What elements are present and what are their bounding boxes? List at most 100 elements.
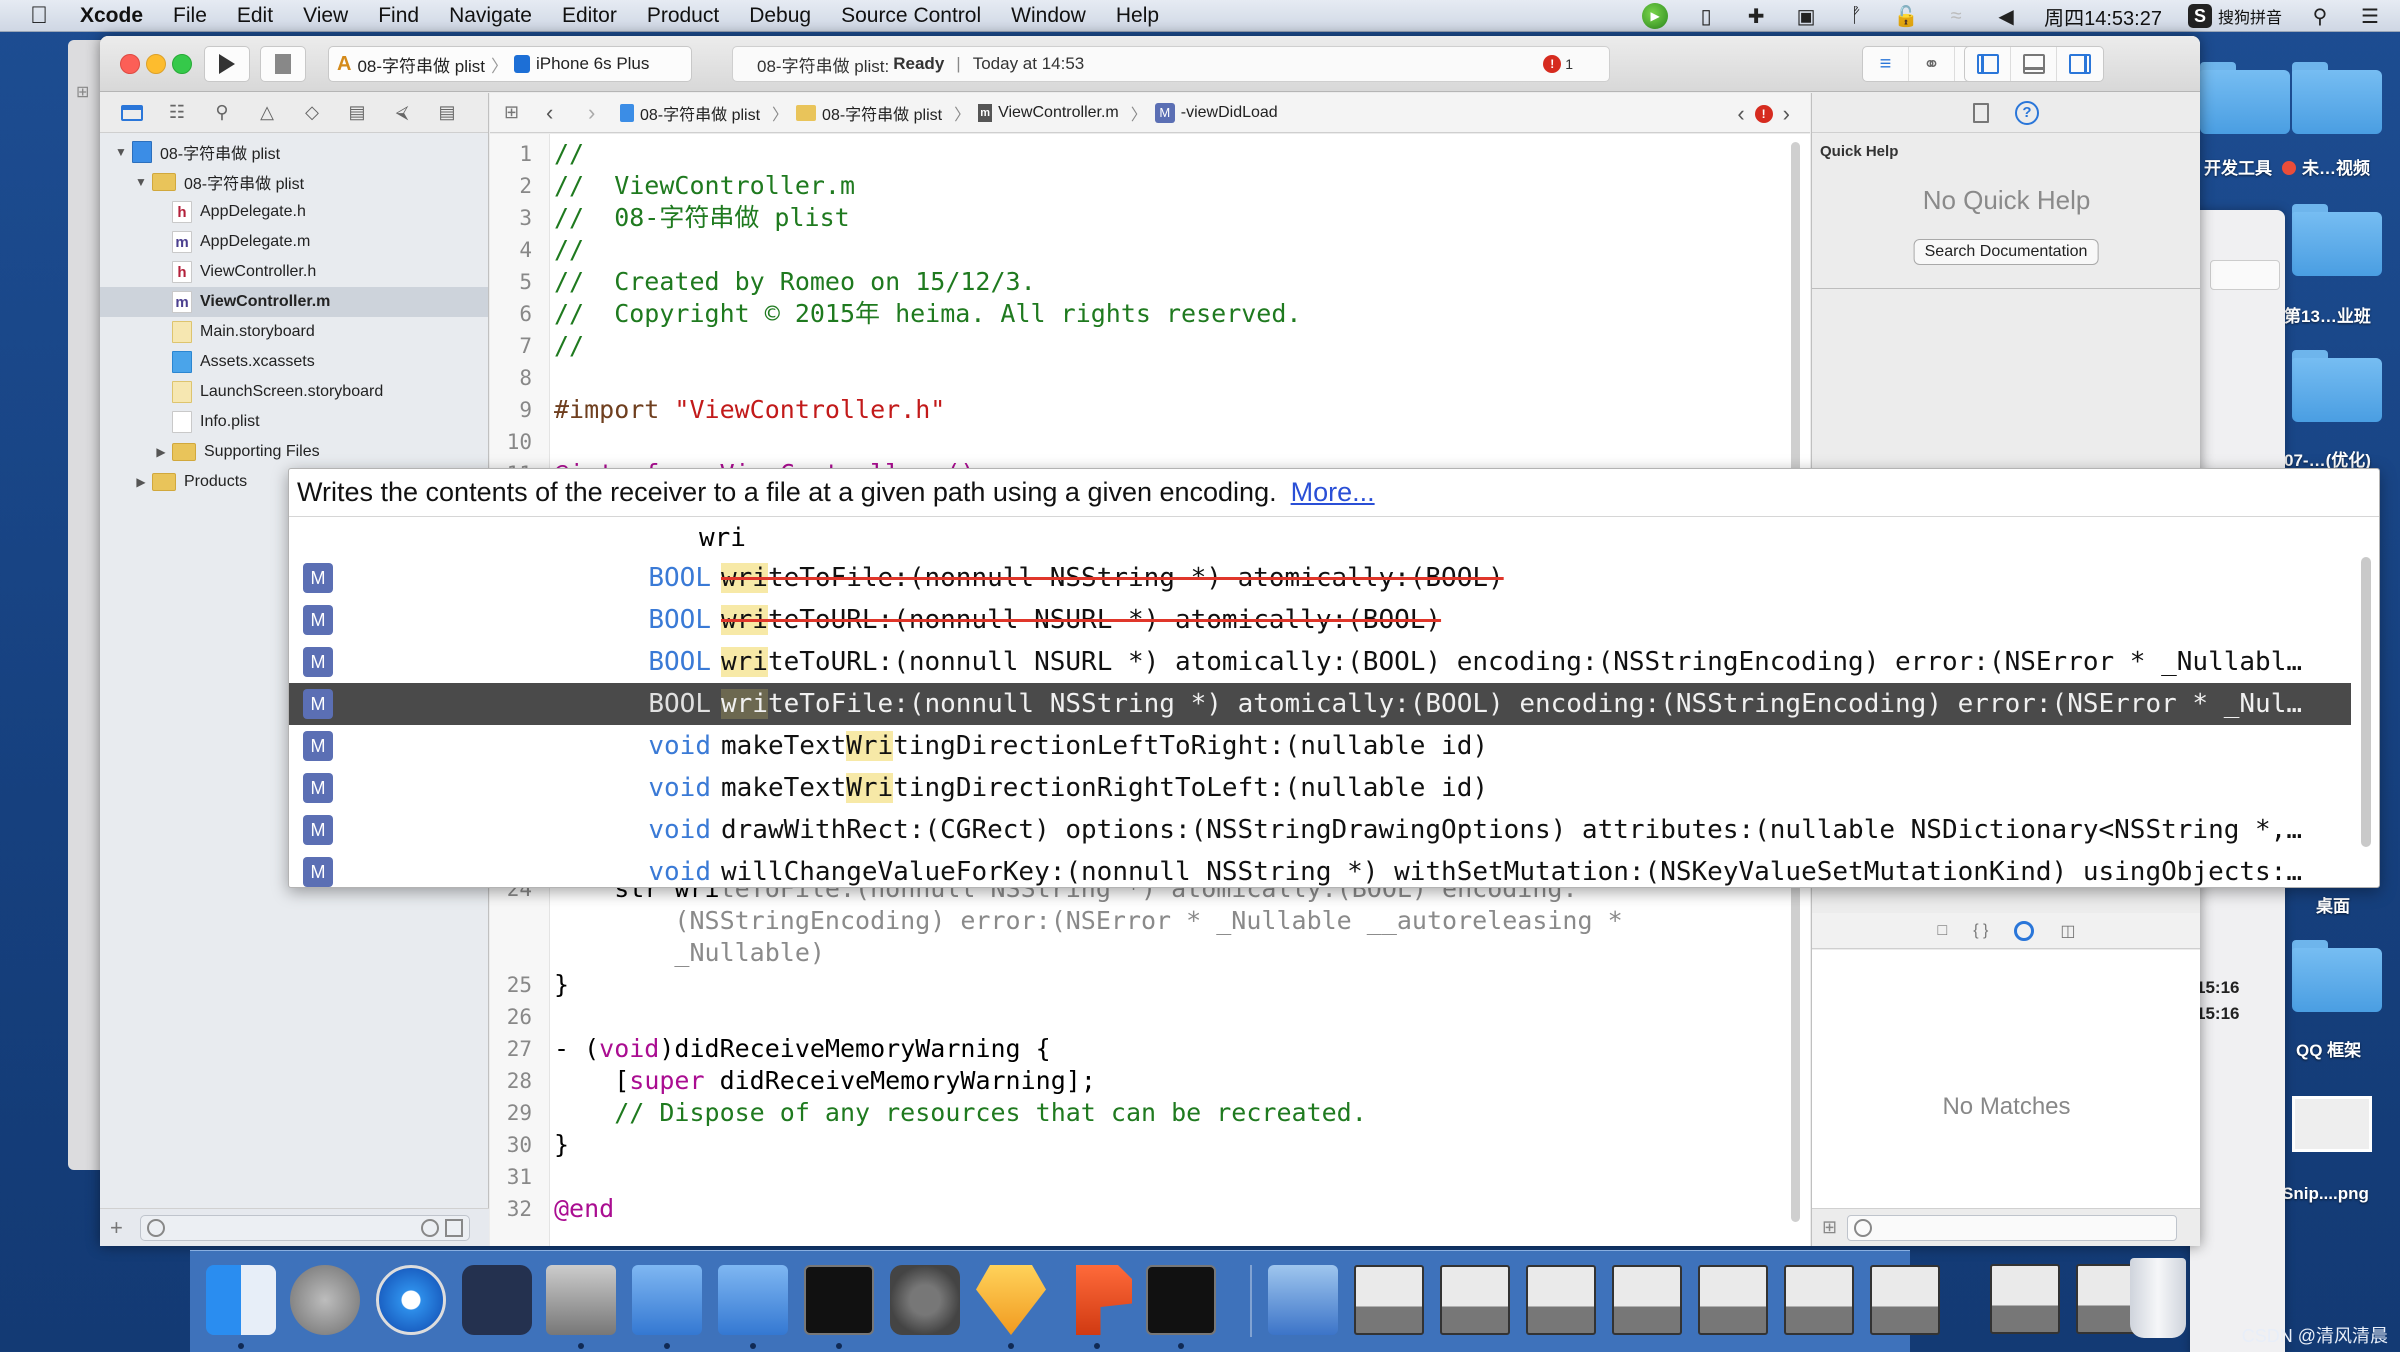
completion-item[interactable]: Mvoid makeTextWritingDirectionRightToLeft… bbox=[289, 767, 2351, 809]
menu-debug[interactable]: Debug bbox=[749, 4, 811, 28]
standard-editor-icon[interactable]: ≡ bbox=[1863, 47, 1909, 81]
wifi-icon[interactable]: ≈ bbox=[1944, 4, 1968, 28]
breadcrumb-method[interactable]: M -viewDidLoad bbox=[1154, 102, 1278, 123]
debug-navigator-tab[interactable]: ▤ bbox=[345, 101, 369, 125]
close-button[interactable] bbox=[120, 54, 140, 74]
zoom-button[interactable] bbox=[172, 54, 192, 74]
clock[interactable]: 周四14:53:27 bbox=[2044, 2, 2162, 31]
camera-icon[interactable]: ▣ bbox=[1794, 4, 1818, 28]
forward-button[interactable]: › bbox=[588, 100, 612, 126]
toggle-debug-area-button[interactable] bbox=[2011, 47, 2057, 81]
disclosure-open-icon[interactable]: ▼ bbox=[114, 145, 128, 159]
desktop-folder-icon[interactable] bbox=[2292, 204, 2382, 276]
breadcrumb-file[interactable]: m ViewController.m 〉 bbox=[978, 101, 1147, 125]
completion-item[interactable]: Mvoid makeTextWritingDirectionLeftToRight… bbox=[289, 725, 2351, 767]
disclosure-closed-icon[interactable]: ▶ bbox=[134, 475, 148, 489]
minimized-window-icon[interactable] bbox=[1354, 1265, 1424, 1335]
desktop-label[interactable]: 桌面 bbox=[2316, 892, 2350, 917]
previous-issue-button[interactable]: ‹ bbox=[1737, 101, 1744, 127]
desktop-label[interactable]: 开发工具 bbox=[2204, 154, 2272, 179]
tree-item[interactable]: ▶ Supporting Files bbox=[100, 437, 488, 467]
more-link[interactable]: More... bbox=[1291, 477, 1375, 508]
bluetooth-icon[interactable]: ᚡ bbox=[1844, 4, 1868, 28]
screenshot-thumbnail-icon[interactable] bbox=[2292, 1096, 2372, 1152]
tree-item[interactable]: m AppDelegate.m bbox=[100, 227, 488, 257]
symbol-navigator-tab[interactable]: ☷ bbox=[165, 101, 189, 125]
tree-item[interactable]: h AppDelegate.h bbox=[100, 197, 488, 227]
apple-menu-icon[interactable]:  bbox=[30, 3, 52, 28]
plane-icon[interactable]: ✚ bbox=[1744, 4, 1768, 28]
input-method[interactable]: S 搜狗拼音 bbox=[2187, 4, 2282, 28]
navigator-filter-input[interactable] bbox=[140, 1214, 470, 1241]
menu-source-control[interactable]: Source Control bbox=[841, 4, 981, 28]
menu-product[interactable]: Product bbox=[647, 4, 719, 28]
desktop-label[interactable]: Snip....png bbox=[2282, 1184, 2369, 1204]
desktop-folder-icon[interactable] bbox=[2292, 940, 2382, 1012]
minimized-window-icon[interactable] bbox=[1698, 1265, 1768, 1335]
breadcrumb-project[interactable]: 08-字符串做 plist 〉 bbox=[620, 101, 788, 125]
search-documentation-button[interactable]: Search Documentation bbox=[1913, 239, 2099, 265]
completion-item[interactable]: M BOOL writeToURL:(nonnull NSURL *) atomic… bbox=[289, 599, 2351, 641]
tree-item[interactable]: LaunchScreen.storyboard bbox=[100, 377, 488, 407]
minimize-button[interactable] bbox=[146, 54, 166, 74]
volume-icon[interactable]: ◀ bbox=[1994, 4, 2018, 28]
menu-navigate[interactable]: Navigate bbox=[449, 4, 532, 28]
breakpoint-navigator-tab[interactable]: ⮘ bbox=[390, 101, 414, 125]
desktop-label[interactable]: QQ 框架 bbox=[2296, 1036, 2361, 1061]
menu-help[interactable]: Help bbox=[1116, 4, 1159, 28]
tree-item[interactable]: ▼ 08-字符串做 plist bbox=[100, 137, 488, 167]
completion-item[interactable]: M BOOL writeToFile:(nonnull NSString *) at… bbox=[289, 557, 2351, 599]
minimized-window-icon[interactable] bbox=[1870, 1265, 1940, 1335]
disclosure-open-icon[interactable]: ▼ bbox=[134, 175, 148, 189]
back-button[interactable]: ‹ bbox=[546, 100, 570, 126]
menu-view[interactable]: View bbox=[303, 4, 348, 28]
quick-help-icon[interactable]: ? bbox=[2015, 100, 2039, 125]
xcode-icon[interactable] bbox=[632, 1265, 702, 1335]
completion-scrollbar[interactable] bbox=[2361, 557, 2371, 847]
video-app-icon[interactable] bbox=[546, 1265, 616, 1335]
finder-icon[interactable] bbox=[206, 1265, 276, 1335]
menu-window[interactable]: Window bbox=[1011, 4, 1086, 28]
run-button[interactable] bbox=[204, 46, 250, 82]
minimized-window-icon[interactable] bbox=[1440, 1265, 1510, 1335]
menu-edit[interactable]: Edit bbox=[237, 4, 273, 28]
scheme-name[interactable]: 08-字符串做 plist bbox=[357, 52, 485, 77]
code-snippet-library-icon[interactable]: { } bbox=[1973, 922, 1988, 940]
tree-item[interactable]: Assets.xcassets bbox=[100, 347, 488, 377]
tree-item[interactable]: ▼ 08-字符串做 plist bbox=[100, 167, 488, 197]
issue-icon[interactable]: ! bbox=[1754, 105, 1773, 123]
issue-navigator-tab[interactable]: △ bbox=[255, 101, 279, 125]
add-icon[interactable]: + bbox=[110, 1215, 130, 1241]
recent-files-icon[interactable] bbox=[421, 1218, 439, 1237]
minimized-window-icon[interactable] bbox=[1526, 1265, 1596, 1335]
breadcrumb-group[interactable]: 08-字符串做 plist 〉 bbox=[796, 101, 970, 125]
sketch-icon[interactable] bbox=[976, 1265, 1046, 1335]
next-issue-button[interactable]: › bbox=[1783, 101, 1790, 127]
p-app-icon[interactable] bbox=[1076, 1265, 1132, 1335]
scm-status-icon[interactable] bbox=[445, 1218, 463, 1237]
disclosure-closed-icon[interactable]: ▶ bbox=[154, 445, 168, 459]
screen-recorder-icon[interactable]: ▶ bbox=[1642, 3, 1669, 29]
launchpad-icon[interactable] bbox=[290, 1265, 360, 1335]
related-items-icon[interactable]: ⊞ bbox=[504, 102, 528, 123]
minimized-window-icon[interactable] bbox=[1612, 1265, 1682, 1335]
media-library-icon[interactable]: ◫ bbox=[2060, 921, 2075, 941]
scheme-selector[interactable]: A 08-字符串做 plist 〉 iPhone 6s Plus bbox=[328, 46, 692, 82]
grid-view-icon[interactable]: ⊞ bbox=[1822, 1217, 1837, 1238]
project-navigator-tab[interactable] bbox=[120, 101, 144, 125]
terminal-icon[interactable] bbox=[804, 1265, 874, 1335]
menu-editor[interactable]: Editor bbox=[562, 4, 617, 28]
lock-icon[interactable]: 🔓 bbox=[1894, 4, 1919, 28]
assistant-editor-icon[interactable]: ⚭ bbox=[1909, 47, 1955, 81]
completion-item[interactable]: Mvoid willChangeValueForKey:(nonnull NSSt… bbox=[289, 851, 2351, 893]
stop-button[interactable] bbox=[260, 46, 306, 82]
desktop-folder-icon[interactable] bbox=[2200, 62, 2290, 134]
completion-item[interactable]: Mvoid drawWithRect:(CGRect) options:(NSSt… bbox=[289, 809, 2351, 851]
desktop-folder-icon[interactable] bbox=[2292, 62, 2382, 134]
device-name[interactable]: iPhone 6s Plus bbox=[536, 54, 649, 74]
mouse-app-icon[interactable] bbox=[462, 1265, 532, 1335]
desktop-folder-icon[interactable] bbox=[2292, 350, 2382, 422]
spotlight-icon[interactable]: ⚲ bbox=[2308, 4, 2332, 28]
file-inspector-icon[interactable] bbox=[1973, 102, 1989, 123]
desktop-label[interactable]: 未…视频 bbox=[2282, 154, 2370, 179]
